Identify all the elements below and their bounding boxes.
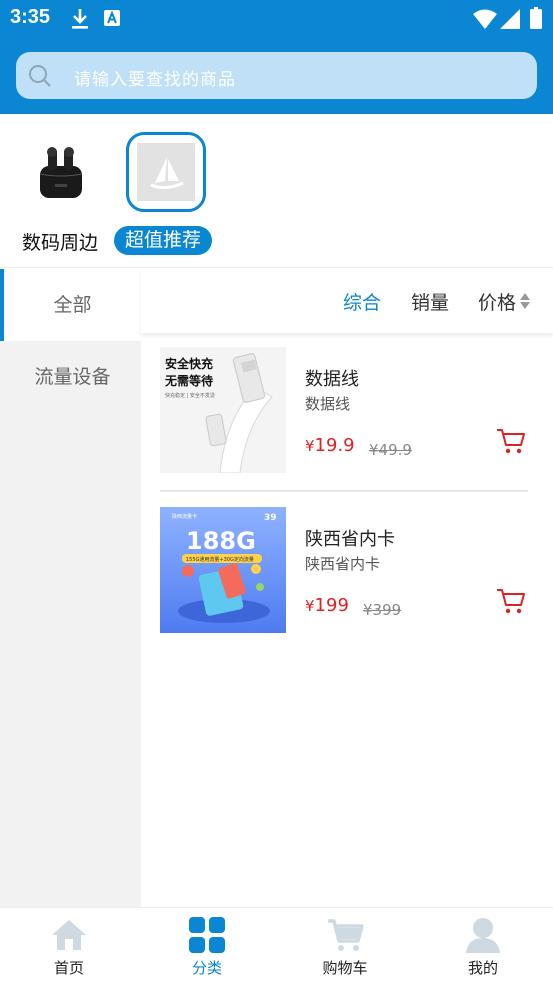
sort-sales[interactable]: 销量 — [411, 288, 449, 315]
battery-icon — [530, 7, 542, 29]
thumb-headline-2: 无需等待 — [164, 373, 213, 388]
logo-placeholder-icon — [137, 143, 195, 201]
tab-mine[interactable]: 我的 — [414, 908, 552, 984]
thumb-caption: 快充稳定 | 安全不发烫 — [165, 392, 215, 399]
sidebar-item-all[interactable]: 全部 — [0, 269, 141, 341]
home-icon — [52, 920, 86, 950]
user-icon — [466, 918, 500, 953]
add-to-cart-icon[interactable] — [496, 587, 526, 615]
product-old-price: ¥399 — [363, 601, 402, 619]
tab-label: 我的 — [467, 959, 498, 977]
product-price: ¥199 — [305, 595, 349, 616]
product-name: 数据线 — [305, 369, 359, 390]
category-label: 超值推荐 — [114, 226, 213, 255]
tab-label: 首页 — [53, 959, 84, 977]
signal-icon — [500, 9, 520, 29]
product-price: ¥19.9 — [305, 435, 355, 456]
status-bar: 3:35 — [0, 0, 553, 38]
thumb-band: 155G通用流量+30G定向流量 — [186, 556, 254, 563]
header: 3:35 请输入要查找的商品 — [0, 0, 553, 114]
category-sidebar: 全部 流量设备 — [0, 269, 141, 907]
tab-home[interactable]: 首页 — [0, 908, 138, 984]
add-to-cart-icon[interactable] — [496, 427, 526, 455]
price-value: 199 — [314, 595, 349, 616]
product-image: 陕西流量卡 39 188G 155G通用流量+30G定向流量 — [160, 507, 286, 633]
thumb-top-text: 陕西流量卡 — [172, 513, 197, 520]
product-name: 陕西省内卡 — [305, 529, 395, 550]
product-subtitle: 陕西省内卡 — [305, 555, 381, 573]
tab-category[interactable]: 分类 — [138, 908, 276, 984]
cart-icon — [328, 919, 364, 951]
thumb-headline-1: 安全快充 — [165, 356, 213, 371]
bottom-tab-bar: 首页 分类 购物车 我的 — [0, 907, 553, 984]
search-input[interactable]: 请输入要查找的商品 — [74, 65, 236, 90]
status-time: 3:35 — [10, 6, 51, 28]
product-divider — [160, 490, 528, 492]
product-subtitle: 数据线 — [305, 395, 351, 413]
app-a-icon — [104, 10, 120, 26]
earbuds-icon — [39, 147, 83, 198]
sidebar-item-traffic-devices[interactable]: 流量设备 — [0, 341, 141, 413]
price-value: 19.9 — [314, 435, 355, 456]
sort-price[interactable]: 价格 — [478, 288, 516, 315]
wifi-icon — [473, 9, 497, 29]
download-icon — [72, 9, 88, 29]
thumb-headline: 188G — [186, 527, 256, 555]
thumb-corner: 39 — [264, 513, 277, 523]
search-icon — [29, 65, 51, 87]
category-strip: 数码周边 超值推荐 — [0, 114, 553, 268]
category-grid-icon — [189, 917, 225, 953]
sort-comprehensive[interactable]: 综合 — [343, 288, 381, 315]
tab-label: 购物车 — [322, 959, 368, 977]
search-bar[interactable]: 请输入要查找的商品 — [16, 52, 537, 99]
category-label: 数码周边 — [22, 232, 99, 254]
tab-cart[interactable]: 购物车 — [276, 908, 414, 984]
currency-symbol: ¥ — [305, 597, 315, 615]
tab-label: 分类 — [191, 959, 222, 977]
product-image: 安全快充 无需等待 快充稳定 | 安全不发烫 — [160, 347, 286, 473]
product-card[interactable]: 陕西流量卡 39 188G 155G通用流量+30G定向流量 陕西省内卡 陕西省… — [160, 507, 528, 667]
sort-arrows-icon[interactable] — [520, 293, 530, 309]
sort-bar: 综合 销量 价格 — [141, 269, 553, 333]
product-old-price: ¥49.9 — [369, 441, 412, 459]
product-card[interactable]: 安全快充 无需等待 快充稳定 | 安全不发烫 数据线 数据线 ¥19.9 ¥49… — [160, 347, 528, 507]
currency-symbol: ¥ — [305, 437, 315, 455]
category-image-frame — [126, 132, 206, 212]
